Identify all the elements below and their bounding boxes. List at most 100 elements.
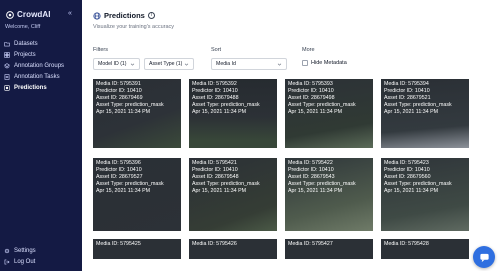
hide-metadata-checkbox[interactable] (302, 60, 308, 66)
card-meta-asset-type: Asset Type: prediction_mask (384, 101, 452, 108)
sort-label: Sort (211, 47, 222, 53)
sidebar-item-annotation-tasks[interactable]: Annotation Tasks (0, 71, 82, 82)
card-meta-asset-type: Asset Type: prediction_mask (288, 180, 356, 187)
card-meta-date: Apr 15, 2021 11:34 PM (192, 108, 247, 115)
prediction-card[interactable]: Media ID: 5795394 Predictor ID: 10410 Asse… (381, 79, 469, 148)
card-meta-media: Media ID: 5795425 (96, 241, 141, 247)
card-meta-predictor: Predictor ID: 10410 (384, 87, 430, 94)
sidebar-item-predictions[interactable]: Predictions (0, 82, 82, 93)
model-id-select-value: Model ID (1) (98, 61, 127, 67)
gear-icon (4, 248, 10, 254)
folder-icon (4, 41, 10, 47)
prediction-card[interactable]: Media ID: 5795425 (93, 239, 181, 259)
card-metadata: Media ID: 5795423 Predictor ID: 10410 Asse… (384, 160, 452, 195)
card-meta-asset-type: Asset Type: prediction_mask (192, 180, 260, 187)
crowdai-logo-icon (6, 10, 14, 19)
card-meta-asset-type: Asset Type: prediction_mask (96, 101, 164, 108)
page-header: Predictions i (93, 11, 155, 20)
card-meta-media: Media ID: 5795427 (288, 241, 333, 247)
checklist-icon (4, 73, 10, 80)
card-metadata: Media ID: 5795428 (384, 241, 429, 248)
card-meta-date: Apr 15, 2021 11:34 PM (96, 187, 151, 194)
sort-select-value: Media Id (216, 61, 236, 67)
prediction-card[interactable]: Media ID: 5795428 (381, 239, 469, 259)
card-meta-media: Media ID: 5795393 (288, 81, 333, 87)
sidebar: CrowdAI « Welcome, Cliff Datasets Projec… (0, 0, 82, 271)
brand-name: CrowdAI (17, 10, 51, 19)
page-subtitle: Visualize your training's accuracy (93, 24, 175, 30)
card-meta-date: Apr 15, 2021 11:34 PM (96, 108, 151, 115)
card-meta-media: Media ID: 5795394 (384, 81, 429, 87)
card-meta-date: Apr 15, 2021 11:34 PM (288, 108, 343, 115)
chevron-down-icon (277, 63, 282, 66)
card-meta-asset: Asset ID: 28679488 (192, 94, 239, 101)
card-meta-asset: Asset ID: 28679521 (384, 94, 431, 101)
card-meta-asset: Asset ID: 28679548 (192, 173, 239, 180)
logout-icon (4, 259, 10, 265)
card-meta-asset-type: Asset Type: prediction_mask (192, 101, 260, 108)
main-nav: Datasets Projects Annotation Groups Anno… (0, 38, 82, 93)
chevron-down-icon (184, 63, 189, 66)
card-metadata: Media ID: 5795396 Predictor ID: 10410 Asse… (96, 160, 164, 195)
sidebar-item-annotation-groups[interactable]: Annotation Groups (0, 60, 82, 71)
sidebar-item-label: Predictions (14, 84, 47, 91)
card-meta-media: Media ID: 5795428 (384, 241, 429, 247)
chat-button[interactable] (473, 246, 495, 268)
card-meta-asset: Asset ID: 28679469 (96, 94, 143, 101)
prediction-card[interactable]: Media ID: 5795422 Predictor ID: 10410 Asse… (285, 158, 373, 231)
sidebar-item-log-out[interactable]: Log Out (0, 256, 82, 267)
card-meta-asset-type: Asset Type: prediction_mask (288, 101, 356, 108)
brand[interactable]: CrowdAI (6, 10, 51, 19)
prediction-card[interactable]: Media ID: 5795423 Predictor ID: 10410 Asse… (381, 158, 469, 231)
sidebar-item-settings[interactable]: Settings (0, 245, 82, 256)
welcome-text: Welcome, Cliff (5, 24, 41, 30)
card-meta-predictor: Predictor ID: 10410 (288, 166, 334, 173)
hide-metadata-toggle[interactable]: Hide Metadata (302, 60, 347, 66)
card-metadata: Media ID: 5795427 (288, 241, 333, 248)
bottom-nav: Settings Log Out (0, 245, 82, 267)
main-content: Predictions i Visualize your training's … (82, 0, 500, 271)
card-meta-asset-type: Asset Type: prediction_mask (96, 180, 164, 187)
card-meta-asset: Asset ID: 28679543 (288, 173, 335, 180)
card-meta-date: Apr 15, 2021 11:34 PM (192, 187, 247, 194)
card-meta-predictor: Predictor ID: 10410 (192, 166, 238, 173)
card-meta-asset: Asset ID: 28679560 (384, 173, 431, 180)
card-meta-date: Apr 15, 2021 11:34 PM (384, 187, 439, 194)
card-meta-media: Media ID: 5795396 (96, 160, 141, 166)
card-meta-date: Apr 15, 2021 11:34 PM (384, 108, 439, 115)
prediction-card[interactable]: Media ID: 5795391 Predictor ID: 10410 Asse… (93, 79, 181, 148)
sidebar-item-label: Annotation Groups (14, 62, 65, 69)
card-meta-media: Media ID: 5795422 (288, 160, 333, 166)
globe-icon (93, 11, 101, 20)
prediction-card[interactable]: Media ID: 5795421 Predictor ID: 10410 Asse… (189, 158, 277, 231)
sidebar-item-projects[interactable]: Projects (0, 49, 82, 60)
card-metadata: Media ID: 5795394 Predictor ID: 10410 Asse… (384, 81, 452, 116)
card-meta-date: Apr 15, 2021 11:34 PM (288, 187, 343, 194)
prediction-card[interactable]: Media ID: 5795396 Predictor ID: 10410 Asse… (93, 158, 181, 231)
card-meta-predictor: Predictor ID: 10410 (384, 166, 430, 173)
asset-type-select-value: Asset Type (1) (149, 61, 183, 67)
sidebar-item-datasets[interactable]: Datasets (0, 38, 82, 49)
sidebar-item-label: Log Out (14, 258, 36, 265)
sort-select[interactable]: Media Id (211, 58, 287, 70)
chevron-down-icon (130, 63, 135, 66)
layers-icon (4, 62, 10, 69)
sidebar-item-label: Datasets (14, 40, 38, 47)
hide-metadata-label: Hide Metadata (311, 60, 347, 66)
prediction-card[interactable]: Media ID: 5795393 Predictor ID: 10410 Asse… (285, 79, 373, 148)
asset-type-select[interactable]: Asset Type (1) (144, 58, 194, 70)
page-title: Predictions (104, 11, 145, 20)
sidebar-item-label: Projects (14, 51, 36, 58)
card-metadata: Media ID: 5795422 Predictor ID: 10410 Asse… (288, 160, 356, 195)
card-metadata: Media ID: 5795421 Predictor ID: 10410 Asse… (192, 160, 260, 195)
model-id-select[interactable]: Model ID (1) (93, 58, 140, 70)
prediction-card[interactable]: Media ID: 5795392 Predictor ID: 10410 Asse… (189, 79, 277, 148)
info-icon[interactable]: i (147, 12, 155, 19)
prediction-card[interactable]: Media ID: 5795427 (285, 239, 373, 259)
grid-icon (4, 51, 10, 58)
card-meta-media: Media ID: 5795426 (192, 241, 237, 247)
card-meta-media: Media ID: 5795423 (384, 160, 429, 166)
prediction-card[interactable]: Media ID: 5795426 (189, 239, 277, 259)
double-chevron-left-icon[interactable]: « (68, 10, 72, 18)
more-label: More (302, 47, 315, 53)
